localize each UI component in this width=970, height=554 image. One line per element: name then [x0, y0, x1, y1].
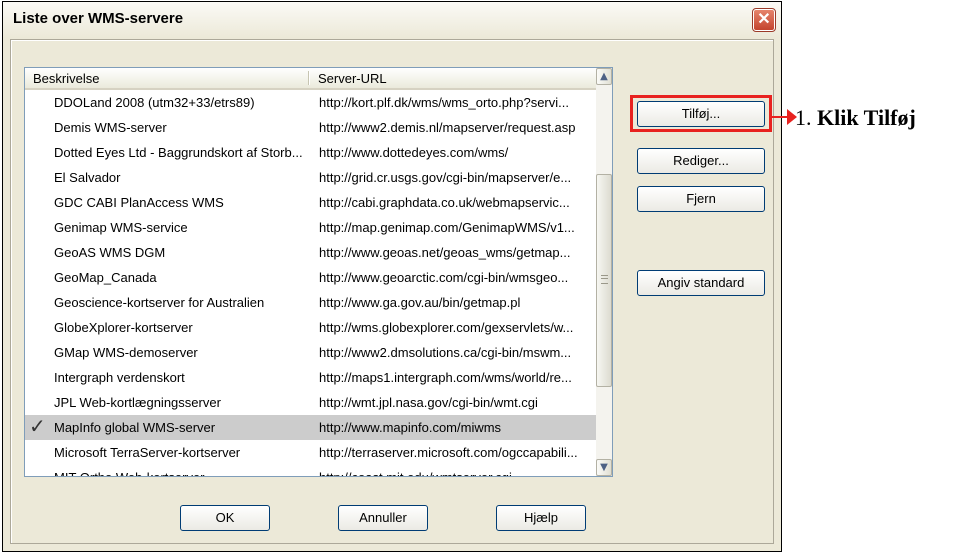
server-url: http://www.geoarctic.com/cgi-bin/wmsgeo.… — [319, 270, 569, 285]
instruction-annotation: 1. Klik Tilføj — [795, 105, 916, 131]
scroll-up-icon[interactable]: ▲ — [596, 68, 612, 85]
list-item[interactable]: JPL Web-kortlægningsserver http://wmt.jpl… — [25, 390, 596, 415]
column-header-label: Server-URL — [318, 71, 387, 86]
server-list[interactable]: Beskrivelse Server-URL DDOLand 2008 (utm… — [24, 67, 613, 477]
list-item[interactable]: Genimap WMS-service http://map.genimap.co… — [25, 215, 596, 240]
list-item[interactable]: Geoscience-kortserver for Australien http… — [25, 290, 596, 315]
checkmark-icon: ✓ — [29, 416, 46, 438]
vertical-scrollbar[interactable]: ▲ ▼ — [596, 68, 612, 476]
add-button[interactable]: Tilføj... — [637, 101, 765, 127]
scroll-down-icon[interactable]: ▼ — [596, 459, 612, 476]
server-url: http://maps1.intergraph.com/wms/world/re… — [319, 370, 572, 385]
column-header-url[interactable]: Server-URL — [310, 68, 596, 88]
list-item[interactable]: GlobeXplorer-kortserver http://wms.globex… — [25, 315, 596, 340]
cancel-button[interactable]: Annuller — [338, 505, 428, 531]
list-item[interactable]: Dotted Eyes Ltd - Baggrundskort af Storb… — [25, 140, 596, 165]
list-item[interactable]: GeoMap_Canada http://www.geoarctic.com/cg… — [25, 265, 596, 290]
remove-button[interactable]: Fjern — [637, 186, 765, 212]
server-description: DDOLand 2008 (utm32+33/etrs89) — [54, 95, 255, 110]
server-url: http://map.genimap.com/GenimapWMS/v1... — [319, 220, 575, 235]
title-bar[interactable]: Liste over WMS-servere ✕ — [3, 2, 781, 38]
server-description: Intergraph verdenskort — [54, 370, 185, 385]
server-description: Genimap WMS-service — [54, 220, 188, 235]
column-divider[interactable] — [308, 71, 309, 85]
server-description: Demis WMS-server — [54, 120, 167, 135]
server-url: http://www.geoas.net/geoas_wms/getmap... — [319, 245, 571, 260]
list-item[interactable]: GMap WMS-demoserver http://www2.dmsolutio… — [25, 340, 596, 365]
grip-icon — [601, 275, 608, 284]
list-item[interactable]: Microsoft TerraServer-kortserver http://t… — [25, 440, 596, 465]
set-default-button[interactable]: Angiv standard — [637, 270, 765, 296]
server-url: http://www2.dmsolutions.ca/cgi-bin/mswm.… — [319, 345, 572, 360]
list-item[interactable]: GDC CABI PlanAccess WMS http://cabi.graph… — [25, 190, 596, 215]
list-header: Beskrivelse Server-URL — [25, 68, 596, 90]
server-description: GDC CABI PlanAccess WMS — [54, 195, 224, 210]
scroll-thumb[interactable] — [596, 174, 612, 387]
help-button[interactable]: Hjælp — [496, 505, 586, 531]
server-description: El Salvador — [54, 170, 121, 185]
server-description: MIT Ortho Web-kortserver — [54, 470, 306, 476]
server-url: http://cabi.graphdata.co.uk/webmapservic… — [319, 195, 570, 210]
server-description: Microsoft TerraServer-kortserver — [54, 445, 241, 460]
list-item[interactable]: DDOLand 2008 (utm32+33/etrs89) http://kor… — [25, 90, 596, 115]
server-url: http://www.dottedeyes.com/wms/ — [319, 145, 509, 160]
column-header-label: Beskrivelse — [33, 71, 100, 86]
list-item[interactable]: Demis WMS-server http://www2.demis.nl/map… — [25, 115, 596, 140]
list-item[interactable]: ✓ MapInfo global WMS-server http://www.map… — [25, 415, 596, 440]
server-description: GeoAS WMS DGM — [54, 245, 166, 260]
list-item[interactable]: MIT Ortho Web-kortserver http://coast.mit… — [25, 465, 596, 476]
server-description: GMap WMS-demoserver — [54, 345, 198, 360]
server-url: http://terraserver.microsoft.com/ogccapa… — [319, 445, 578, 460]
list-item[interactable]: El Salvador http://grid.cr.usgs.gov/cgi-b… — [25, 165, 596, 190]
dialog-title: Liste over WMS-servere — [13, 10, 184, 27]
server-description: JPL Web-kortlægningsserver — [54, 395, 221, 410]
list-item[interactable]: Intergraph verdenskort http://maps1.inter… — [25, 365, 596, 390]
server-url: http://www.mapinfo.com/miwms — [319, 420, 502, 435]
ok-button[interactable]: OK — [180, 505, 270, 531]
server-url: http://coast.mit.edu/wmtserver.cgi — [319, 470, 594, 476]
server-url: http://www2.demis.nl/mapserver/request.a… — [319, 120, 576, 135]
server-url: http://www.ga.gov.au/bin/getmap.pl — [319, 295, 521, 310]
column-header-description[interactable]: Beskrivelse — [25, 68, 310, 88]
server-description: Geoscience-kortserver for Australien — [54, 295, 265, 310]
server-url: http://wmt.jpl.nasa.gov/cgi-bin/wmt.cgi — [319, 395, 538, 410]
close-icon[interactable]: ✕ — [752, 8, 776, 32]
edit-button[interactable]: Rediger... — [637, 148, 765, 174]
server-url: http://wms.globexplorer.com/gexservlets/… — [319, 320, 574, 335]
list-item[interactable]: GeoAS WMS DGM http://www.geoas.net/geoas_… — [25, 240, 596, 265]
instruction-number: 1. — [795, 105, 817, 130]
server-description: GeoMap_Canada — [54, 270, 157, 285]
list-body: DDOLand 2008 (utm32+33/etrs89) http://kor… — [25, 90, 596, 476]
server-description: MapInfo global WMS-server — [54, 420, 216, 435]
server-url: http://grid.cr.usgs.gov/cgi-bin/mapserve… — [319, 170, 572, 185]
instruction-text: Klik Tilføj — [817, 105, 916, 130]
server-description: Dotted Eyes Ltd - Baggrundskort af Storb… — [54, 145, 303, 160]
server-description: GlobeXplorer-kortserver — [54, 320, 193, 335]
server-url: http://kort.plf.dk/wms/wms_orto.php?serv… — [319, 95, 569, 110]
